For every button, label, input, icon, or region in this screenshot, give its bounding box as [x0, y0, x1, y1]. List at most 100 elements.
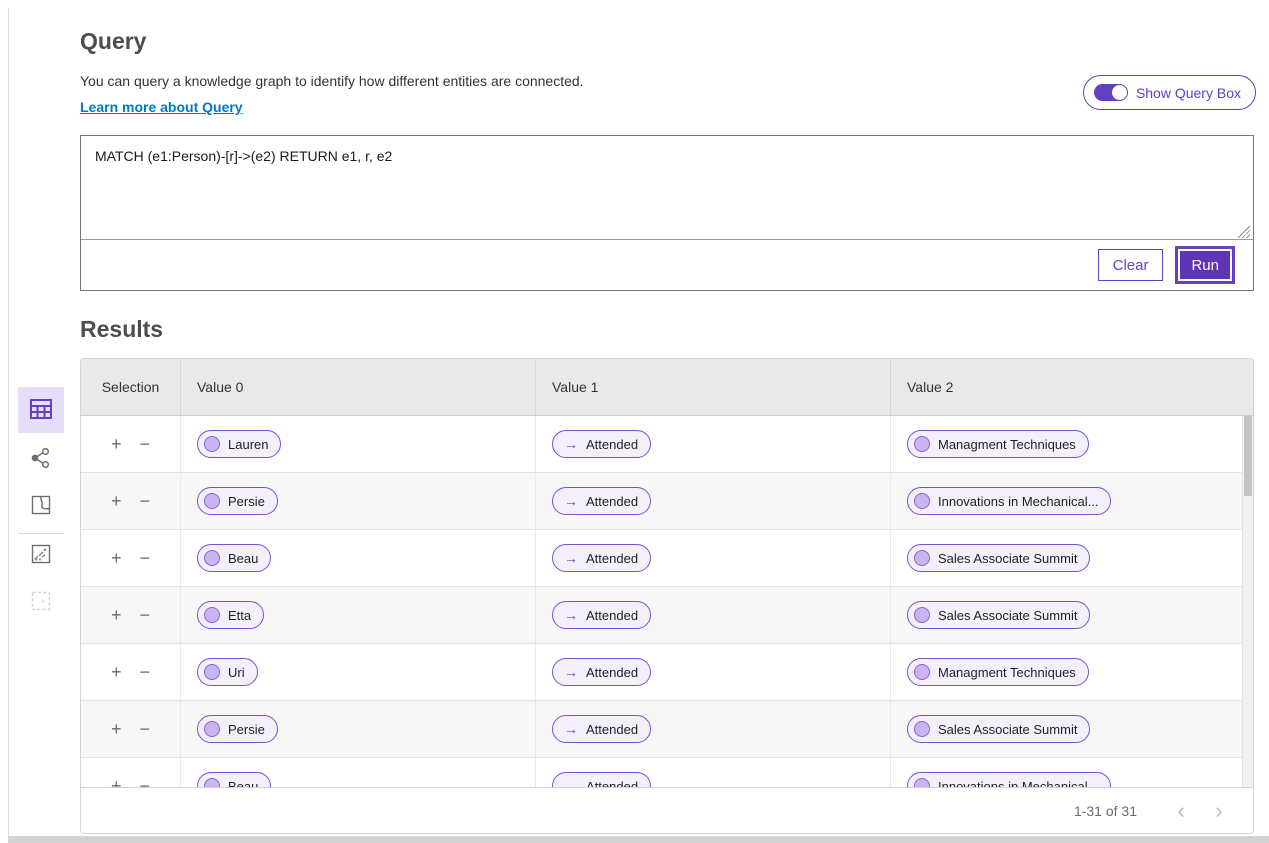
entity-chip[interactable]: Managment Techniques	[907, 658, 1089, 686]
results-table: Selection Value 0 Value 1 Value 2 + − La…	[80, 358, 1254, 834]
arrow-right-icon: →	[564, 664, 578, 680]
relation-chip[interactable]: → Attended	[552, 487, 652, 515]
relation-chip-label: Attended	[586, 493, 639, 509]
learn-more-link[interactable]: Learn more about Query	[80, 99, 243, 115]
entity-node-icon	[204, 436, 220, 452]
entity-chip[interactable]: Sales Associate Summit	[907, 601, 1091, 629]
entity-chip-label: Innovations in Mechanical...	[938, 778, 1099, 788]
add-to-selection-button[interactable]: +	[109, 604, 124, 626]
selection-cell: + −	[81, 530, 181, 586]
entity-chip[interactable]: Beau	[197, 772, 272, 787]
remove-from-selection-button[interactable]: −	[138, 604, 153, 626]
add-to-selection-button[interactable]: +	[109, 661, 124, 683]
value2-cell: Sales Associate Summit	[891, 701, 1253, 757]
table-scrollbar-thumb[interactable]	[1244, 416, 1252, 496]
remove-from-selection-button[interactable]: −	[138, 547, 153, 569]
add-to-selection-button[interactable]: +	[109, 433, 124, 455]
entity-chip[interactable]: Sales Associate Summit	[907, 544, 1091, 572]
entity-chip[interactable]: Managment Techniques	[907, 430, 1089, 458]
entity-chip-label: Sales Associate Summit	[938, 550, 1078, 566]
remove-from-selection-button[interactable]: −	[138, 661, 153, 683]
value0-cell: Persie	[181, 473, 536, 529]
table-icon	[28, 396, 54, 425]
entity-chip[interactable]: Lauren	[197, 430, 282, 458]
relation-chip[interactable]: → Attended	[552, 715, 652, 743]
entity-chip[interactable]: Uri	[197, 658, 258, 686]
selection-cell: + −	[81, 587, 181, 643]
value1-cell: → Attended	[536, 473, 891, 529]
entity-chip[interactable]: Persie	[197, 487, 278, 515]
entity-chip[interactable]: Etta	[197, 601, 265, 629]
entity-chip[interactable]: Innovations in Mechanical...	[907, 487, 1112, 515]
value2-cell: Innovations in Mechanical...	[891, 758, 1253, 787]
table-body: + − Lauren → Attended Managment Techniqu…	[81, 416, 1253, 787]
entity-chip[interactable]: Persie	[197, 715, 278, 743]
chevron-left-icon[interactable]: ‹	[1169, 800, 1193, 822]
entity-chip-label: Uri	[228, 664, 245, 680]
remove-from-selection-button[interactable]: −	[138, 718, 153, 740]
chevron-right-icon[interactable]: ›	[1207, 800, 1231, 822]
entity-chip[interactable]: Innovations in Mechanical...	[907, 772, 1112, 788]
entity-chip-label: Persie	[228, 493, 265, 509]
add-to-selection-button[interactable]: +	[109, 718, 124, 740]
selection-cell: + −	[81, 758, 181, 787]
value2-cell: Innovations in Mechanical...	[891, 473, 1253, 529]
entity-chip[interactable]: Sales Associate Summit	[907, 715, 1091, 743]
view-sidebar	[9, 0, 80, 836]
entity-node-icon	[914, 436, 930, 452]
relation-chip[interactable]: → Attended	[552, 430, 652, 458]
arrow-right-icon: →	[564, 607, 578, 623]
sidebar-divider	[18, 533, 64, 534]
entity-node-icon	[204, 550, 220, 566]
sidebar-item-table-view[interactable]	[18, 387, 64, 433]
sidebar-item-graph-view[interactable]	[18, 444, 64, 474]
relation-chip[interactable]: → Attended	[552, 544, 652, 572]
selection-cell: + −	[81, 416, 181, 472]
remove-from-selection-button[interactable]: −	[138, 490, 153, 512]
add-to-selection-button[interactable]: +	[109, 547, 124, 569]
toggle-switch-icon[interactable]	[1093, 84, 1128, 101]
arrow-right-icon: →	[564, 778, 578, 787]
remove-from-selection-button[interactable]: −	[138, 775, 153, 787]
page-bottom-strip	[8, 836, 1269, 843]
show-query-box-toggle[interactable]: Show Query Box	[1082, 75, 1256, 110]
entity-node-icon	[914, 607, 930, 623]
sidebar-item-link-chart-view[interactable]	[18, 540, 64, 570]
table-row: + − Lauren → Attended Managment Techniqu…	[81, 416, 1253, 473]
link-chart-icon	[30, 543, 52, 568]
value1-cell: → Attended	[536, 758, 891, 787]
entity-chip-label: Managment Techniques	[938, 664, 1076, 680]
run-button[interactable]: Run	[1175, 246, 1235, 284]
table-row: + − Etta → Attended Sales Associate Summ…	[81, 587, 1253, 644]
relation-chip[interactable]: → Attended	[552, 772, 652, 788]
sidebar-item-map-view[interactable]	[18, 491, 64, 521]
selection-cell: + −	[81, 701, 181, 757]
remove-from-selection-button[interactable]: −	[138, 433, 153, 455]
relation-chip[interactable]: → Attended	[552, 601, 652, 629]
entity-node-icon	[204, 607, 220, 623]
graph-icon	[30, 447, 52, 472]
query-input[interactable]: MATCH (e1:Person)-[r]->(e2) RETURN e1, r…	[81, 136, 1253, 240]
relation-chip[interactable]: → Attended	[552, 658, 652, 686]
relation-chip-label: Attended	[586, 778, 639, 788]
value2-cell: Managment Techniques	[891, 644, 1253, 700]
entity-chip[interactable]: Beau	[197, 544, 272, 572]
value1-cell: → Attended	[536, 644, 891, 700]
entity-chip-label: Innovations in Mechanical...	[938, 493, 1099, 509]
value0-cell: Beau	[181, 530, 536, 586]
entity-node-icon	[914, 721, 930, 737]
value1-cell: → Attended	[536, 587, 891, 643]
entity-node-icon	[914, 550, 930, 566]
entity-chip-label: Etta	[228, 607, 252, 623]
clear-button[interactable]: Clear	[1097, 249, 1164, 281]
value0-cell: Beau	[181, 758, 536, 787]
selection-tool-icon	[30, 590, 52, 615]
relation-chip-label: Attended	[586, 607, 639, 623]
sidebar-item-selection-tool	[18, 587, 64, 617]
add-to-selection-button[interactable]: +	[109, 490, 124, 512]
column-header-value1: Value 1	[536, 359, 891, 415]
results-title: Results	[80, 316, 164, 342]
value0-cell: Lauren	[181, 416, 536, 472]
table-row: + − Persie → Attended Innovations in Mec…	[81, 473, 1253, 530]
add-to-selection-button[interactable]: +	[109, 775, 124, 787]
